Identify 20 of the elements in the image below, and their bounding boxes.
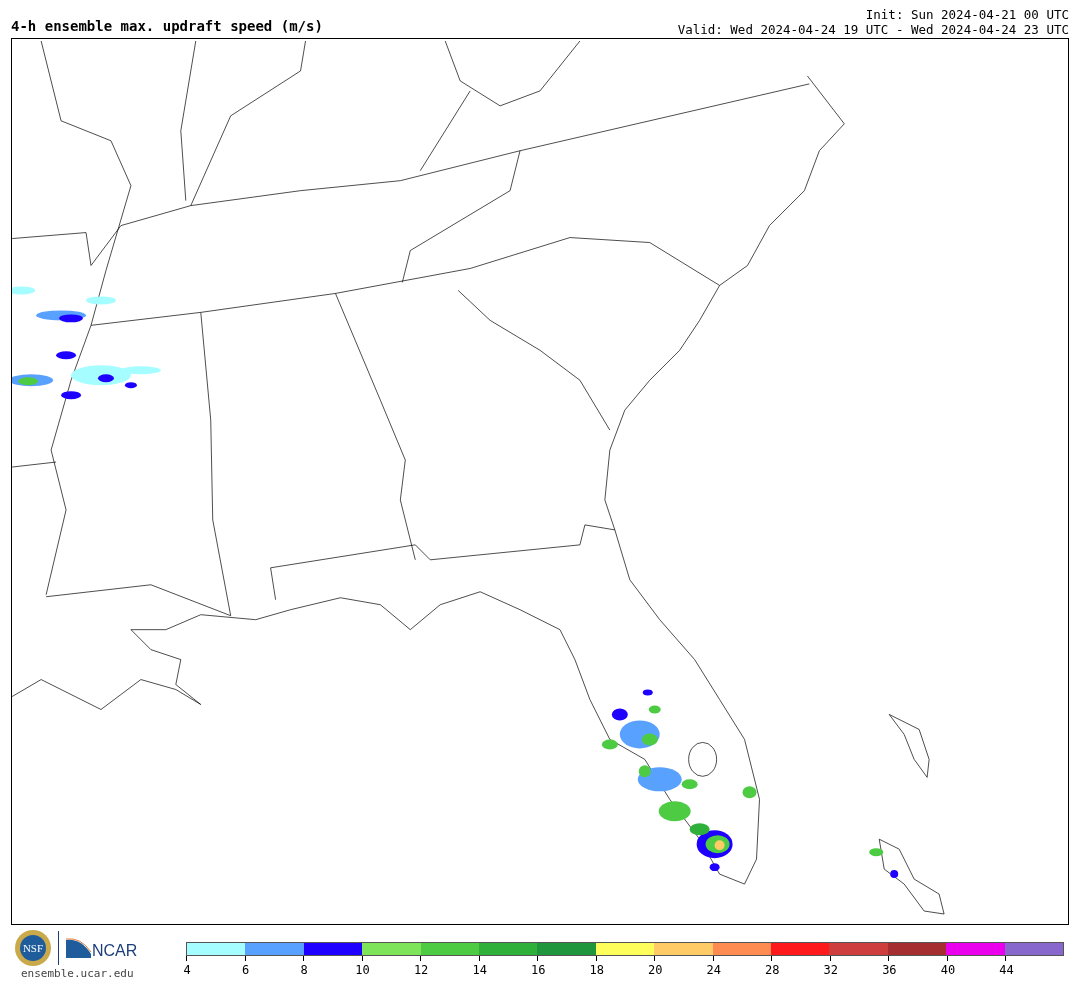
- scale-label: 20: [648, 963, 663, 977]
- init-time: Init: Sun 2024-04-21 00 UTC: [864, 7, 1069, 22]
- scale-label: 24: [706, 963, 721, 977]
- scale-label: 4: [183, 963, 191, 977]
- scale-label: 10: [355, 963, 370, 977]
- scale-label: 14: [472, 963, 487, 977]
- scale-label: 40: [940, 963, 956, 977]
- scale-label: 36: [882, 963, 897, 977]
- map-title: 4-h ensemble max. updraft speed (m/s): [11, 18, 323, 36]
- scale-label: 12: [413, 963, 429, 977]
- scale-label: 32: [823, 963, 839, 977]
- site-url: ensemble.ucar.edu: [21, 967, 134, 980]
- scale-label: 16: [530, 963, 546, 977]
- scale-label: 28: [765, 963, 780, 977]
- scale-label: 6: [241, 963, 250, 977]
- valid-time: Valid: Wed 2024-04-24 19 UTC - Wed 2024-04-24 23 UTC: [677, 22, 1069, 37]
- nsf-logo-icon: NSF: [14, 929, 52, 967]
- scale-label: 44: [999, 963, 1014, 977]
- scale-label: 18: [589, 963, 604, 977]
- scale-label: 8: [300, 963, 308, 977]
